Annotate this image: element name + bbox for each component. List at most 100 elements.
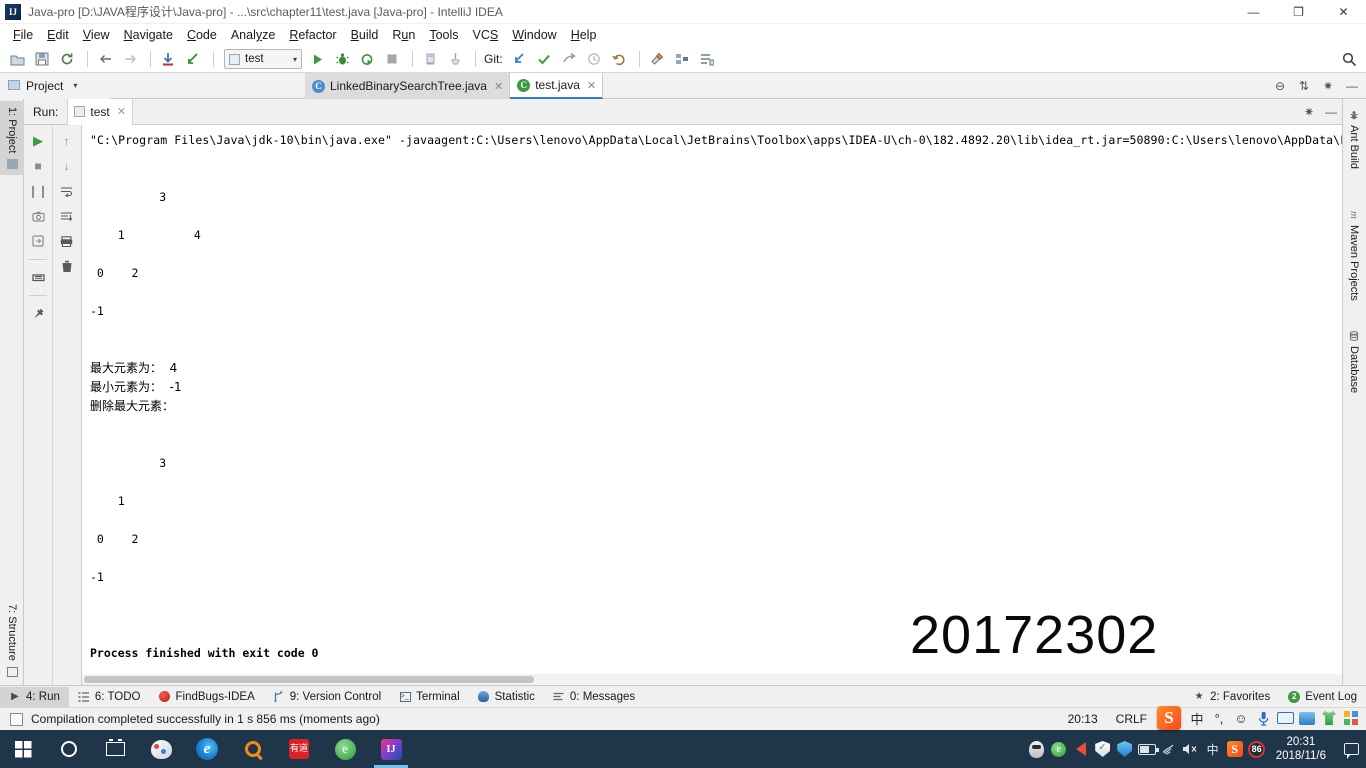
- event-indicator-icon[interactable]: [10, 712, 23, 726]
- speaker-tray-icon[interactable]: [1070, 730, 1092, 768]
- tool-window-button-statistic[interactable]: Statistic: [469, 687, 544, 707]
- scroll-to-end-icon[interactable]: [56, 206, 78, 226]
- down-stacktrace-icon[interactable]: ↓: [56, 156, 78, 176]
- edge-browser-app[interactable]: e: [184, 730, 230, 768]
- ime-punctuation-button[interactable]: °,: [1208, 706, 1230, 730]
- thread-dump-icon[interactable]: [27, 206, 49, 226]
- git-update-icon[interactable]: [508, 48, 530, 70]
- tool-window-button-version-control[interactable]: 9: Version Control: [264, 687, 390, 707]
- tencent-security-tray-icon[interactable]: [1114, 730, 1136, 768]
- settings-icon[interactable]: [646, 48, 668, 70]
- minimize-button[interactable]: —: [1231, 0, 1276, 24]
- project-view-toggle[interactable]: Project ▾: [0, 72, 110, 99]
- close-icon[interactable]: ✕: [117, 105, 126, 118]
- line-separator-indicator[interactable]: CRLF: [1107, 712, 1156, 726]
- hide-panel-icon[interactable]: —: [1342, 76, 1362, 96]
- git-commit-icon[interactable]: [533, 48, 555, 70]
- ime-keyboard-icon[interactable]: [1274, 706, 1296, 730]
- ime-skin-icon[interactable]: [1318, 706, 1340, 730]
- menu-analyze[interactable]: Analyze: [224, 26, 282, 44]
- stop-icon[interactable]: ■: [27, 156, 49, 176]
- git-push-icon[interactable]: [558, 48, 580, 70]
- tool-window-button-terminal[interactable]: >_ Terminal: [390, 687, 468, 707]
- restore-layout-icon[interactable]: [27, 231, 49, 251]
- structure-view-icon[interactable]: [671, 48, 693, 70]
- close-icon[interactable]: ✕: [494, 80, 503, 93]
- git-history-icon[interactable]: [583, 48, 605, 70]
- profile-icon[interactable]: [419, 48, 441, 70]
- gear-icon[interactable]: ✷: [1318, 76, 1338, 96]
- network-tray-icon[interactable]: [1158, 730, 1180, 768]
- tool-window-button-messages[interactable]: 0: Messages: [544, 687, 644, 707]
- menu-file[interactable]: File: [6, 26, 40, 44]
- update-project-icon[interactable]: [157, 48, 179, 70]
- task-view-button[interactable]: [92, 730, 138, 768]
- menu-navigate[interactable]: Navigate: [117, 26, 180, 44]
- menu-run[interactable]: Run: [385, 26, 422, 44]
- ime-mode-button[interactable]: 中: [1186, 706, 1208, 730]
- run-button[interactable]: [306, 48, 328, 70]
- stop-button[interactable]: [381, 48, 403, 70]
- up-stacktrace-icon[interactable]: ↑: [56, 131, 78, 151]
- scrollbar-thumb[interactable]: [84, 676, 534, 683]
- ime-emoji-button[interactable]: ☺: [1230, 706, 1252, 730]
- synchronize-icon[interactable]: [56, 48, 78, 70]
- pause-icon[interactable]: ❙❙: [27, 181, 49, 201]
- maximize-button[interactable]: ❐: [1276, 0, 1321, 24]
- paint-3d-app[interactable]: [138, 730, 184, 768]
- sidebar-item-project[interactable]: 1: Project: [0, 101, 24, 176]
- tool-window-button-todo[interactable]: 6: TODO: [69, 687, 150, 707]
- menu-refactor[interactable]: Refactor: [282, 26, 343, 44]
- ime-voice-input-icon[interactable]: [1252, 706, 1274, 730]
- green-browser-app[interactable]: e: [322, 730, 368, 768]
- run-tab-test[interactable]: test ✕: [67, 98, 133, 125]
- sidebar-item-structure[interactable]: 7: Structure: [0, 598, 24, 683]
- rerun-icon[interactable]: ▶: [27, 131, 49, 151]
- menu-build[interactable]: Build: [344, 26, 386, 44]
- sidebar-item-ant-build[interactable]: Ant Build: [1342, 103, 1366, 175]
- close-button[interactable]: ✕: [1321, 0, 1366, 24]
- start-button[interactable]: [0, 730, 46, 768]
- print-icon[interactable]: [27, 267, 49, 287]
- gear-icon[interactable]: ✷: [1298, 101, 1320, 123]
- menu-view[interactable]: View: [76, 26, 117, 44]
- layout-icon[interactable]: [696, 48, 718, 70]
- back-arrow-icon[interactable]: [94, 48, 116, 70]
- flatten-packages-icon[interactable]: ⇅: [1294, 76, 1314, 96]
- ime-mode-tray-icon[interactable]: 中: [1202, 730, 1224, 768]
- menu-help[interactable]: Help: [564, 26, 604, 44]
- open-project-icon[interactable]: [6, 48, 28, 70]
- menu-window[interactable]: Window: [505, 26, 563, 44]
- ime-id-card-icon[interactable]: [1296, 706, 1318, 730]
- clear-all-icon[interactable]: [56, 256, 78, 276]
- battery-tray-icon[interactable]: [1136, 730, 1159, 768]
- console-horizontal-scrollbar[interactable]: [82, 674, 1342, 685]
- editor-tab-test[interactable]: C test.java ✕: [510, 73, 604, 99]
- soft-wrap-icon[interactable]: [56, 181, 78, 201]
- menu-edit[interactable]: Edit: [40, 26, 76, 44]
- menu-code[interactable]: Code: [180, 26, 224, 44]
- sidebar-item-database[interactable]: Database: [1342, 324, 1366, 399]
- attach-profiler-icon[interactable]: [444, 48, 466, 70]
- pin-tab-icon[interactable]: [27, 303, 49, 323]
- debug-button[interactable]: [331, 48, 353, 70]
- tool-window-button-run[interactable]: ▶ 4: Run: [0, 686, 69, 707]
- run-configuration-selector[interactable]: test ▾: [224, 49, 302, 69]
- run-with-coverage-button[interactable]: [356, 48, 378, 70]
- intellij-idea-app[interactable]: IJ: [368, 730, 414, 768]
- qq-tray-icon[interactable]: [1026, 730, 1048, 768]
- tool-window-button-findbugs[interactable]: FindBugs-IDEA: [149, 687, 263, 707]
- console-output-area[interactable]: "C:\Program Files\Java\jdk-10\bin\java.e…: [82, 125, 1342, 685]
- print-console-icon[interactable]: [56, 231, 78, 251]
- notification-center-button[interactable]: [1336, 730, 1366, 768]
- youdao-dictionary-app[interactable]: 有道: [276, 730, 322, 768]
- git-revert-icon[interactable]: [608, 48, 630, 70]
- windows-defender-tray-icon[interactable]: [1092, 730, 1114, 768]
- ime-toolbox-icon[interactable]: [1340, 706, 1362, 730]
- menu-vcs[interactable]: VCS: [466, 26, 506, 44]
- save-all-icon[interactable]: [31, 48, 53, 70]
- search-everywhere-icon[interactable]: [1340, 50, 1358, 68]
- browser-tray-icon[interactable]: e: [1048, 730, 1070, 768]
- sogou-tray-icon[interactable]: S: [1224, 730, 1246, 768]
- temperature-tray-icon[interactable]: 86: [1246, 730, 1268, 768]
